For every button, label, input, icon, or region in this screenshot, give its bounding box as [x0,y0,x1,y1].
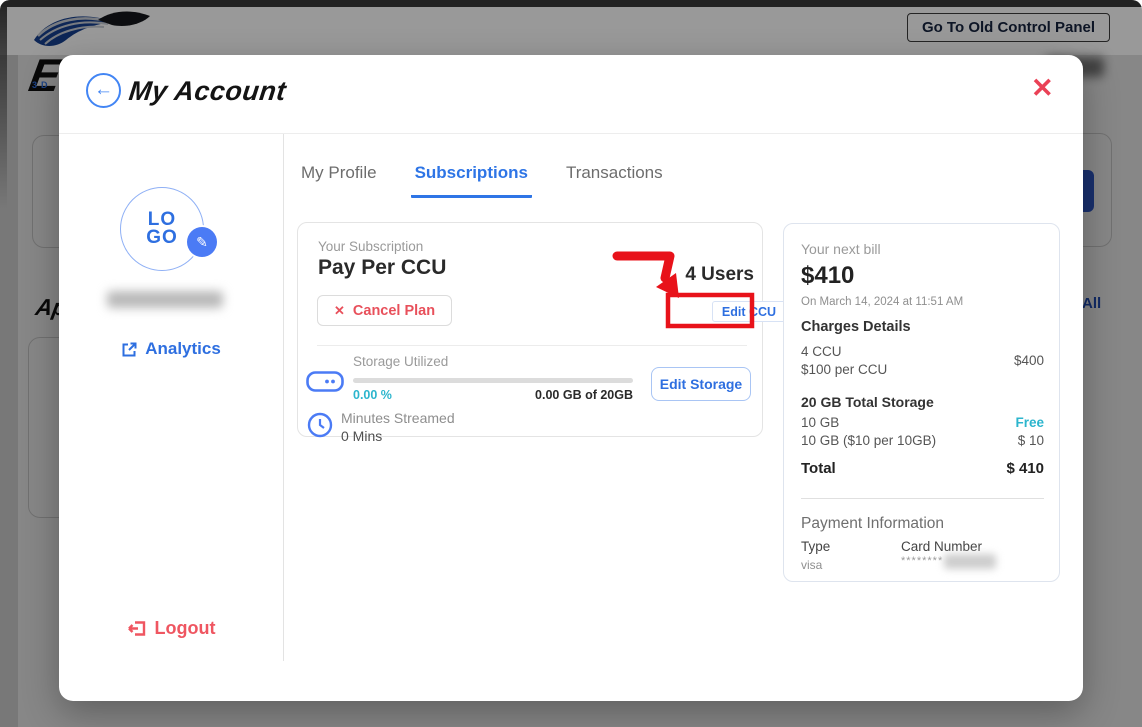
free-storage-value: Free [1015,415,1044,430]
analytics-link[interactable]: Analytics [59,339,283,359]
paid-storage-label: 10 GB ($10 per 10GB) [801,433,936,448]
tab-transactions[interactable]: Transactions [562,159,667,198]
edit-ccu-button[interactable]: Edit CCU [712,301,786,322]
card-number-header: Card Number [901,539,982,554]
back-button[interactable]: ← [86,73,121,108]
total-storage-heading: 20 GB Total Storage [801,394,934,410]
minutes-streamed-label: Minutes Streamed [341,410,455,426]
tab-my-profile[interactable]: My Profile [297,159,381,198]
storage-progress-bar [353,378,633,383]
tab-subscriptions[interactable]: Subscriptions [411,159,532,198]
cancel-plan-button[interactable]: ✕ Cancel Plan [317,295,452,326]
avatar-text: GO [146,229,178,247]
cancel-x-icon: ✕ [334,303,345,319]
next-bill-card: Your next bill $410 On March 14, 2024 at… [783,223,1060,582]
blurred-card-digits [944,554,996,569]
screenshot-root: E 3D Go To Old Control Panel Ap All ← My… [0,0,1142,727]
paid-storage-value: $ 10 [1018,433,1044,448]
logout-label: Logout [155,618,216,639]
header-divider [59,133,1083,134]
total-value: $ 410 [1006,460,1044,477]
analytics-label: Analytics [145,339,221,359]
payment-type-value: visa [801,558,822,572]
pencil-icon: ✎ [196,234,208,251]
minutes-streamed-value: 0 Mins [341,428,382,444]
external-link-icon [121,341,138,358]
bill-divider [801,498,1044,499]
subscription-label: Your Subscription [318,239,423,254]
cancel-plan-label: Cancel Plan [353,303,435,319]
edit-storage-button[interactable]: Edit Storage [651,367,751,401]
total-label: Total [801,460,836,477]
storage-icon [306,371,344,392]
my-account-modal: ← My Account ✕ LO GO ✎ Analytics Logo [59,55,1083,701]
storage-utilized-label: Storage Utilized [353,354,448,369]
bill-date: On March 14, 2024 at 11:51 AM [801,296,963,308]
ccu-line-value: $400 [1014,353,1044,368]
card-number-masked: ******** [901,555,943,567]
close-icon[interactable]: ✕ [1031,75,1054,102]
logout-icon [127,619,147,638]
plan-name: Pay Per CCU [318,256,446,280]
storage-usage: 0.00 GB of 20GB [353,388,633,402]
user-count: 4 Users [685,264,754,286]
clock-icon [307,412,333,438]
logout-button[interactable]: Logout [59,618,283,639]
next-bill-label: Your next bill [801,241,881,257]
back-arrow-icon: ← [94,80,113,99]
account-tabs: My Profile Subscriptions Transactions [297,159,667,198]
payment-information-heading: Payment Information [801,515,944,533]
blurred-username [107,291,223,308]
subscription-card: Your Subscription Pay Per CCU 4 Users ✕ … [297,222,763,437]
edit-avatar-button[interactable]: ✎ [187,227,217,257]
free-storage-label: 10 GB [801,415,839,430]
page-title: My Account [127,76,288,107]
bill-amount: $410 [801,262,854,290]
payment-type-header: Type [801,539,830,554]
card-divider [317,345,747,346]
avatar[interactable]: LO GO [120,187,204,271]
ccu-line-label: 4 CCU [801,344,842,359]
charges-details-heading: Charges Details [801,319,911,335]
ccu-line-sub: $100 per CCU [801,362,887,377]
sidebar-divider [283,134,284,661]
